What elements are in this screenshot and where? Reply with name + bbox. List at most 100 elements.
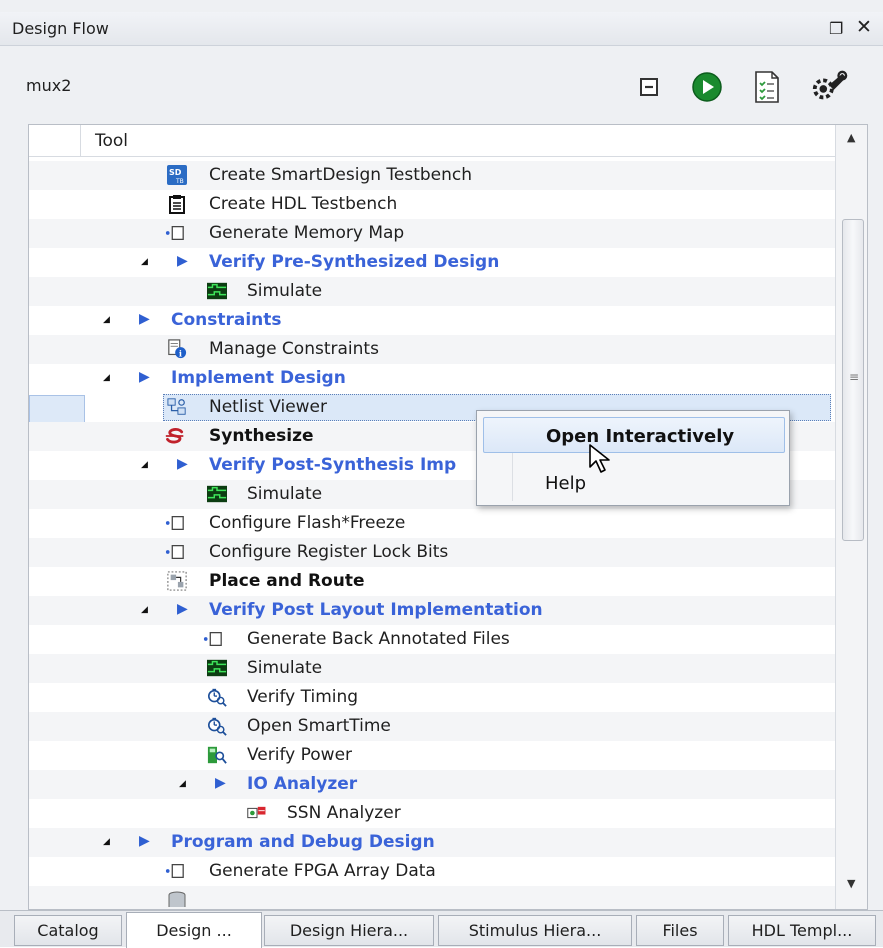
tab-design-flow[interactable]: Design ...: [126, 912, 262, 948]
menu-item-help[interactable]: Help: [483, 465, 785, 501]
tree-row-verify-power[interactable]: Verify Power: [29, 741, 835, 770]
tree-row-label: Create SmartDesign Testbench: [209, 165, 473, 185]
tree-row-simulate[interactable]: Simulate: [29, 654, 835, 683]
expander-icon[interactable]: ◢: [103, 837, 110, 847]
project-name: mux2: [26, 76, 72, 95]
tree-row-label: Create HDL Testbench: [209, 194, 398, 214]
database-icon: [167, 890, 187, 909]
flow-tree: Tool SD TB Create SmartDesign Testbench C…: [28, 124, 868, 910]
expander-icon[interactable]: ◢: [103, 315, 110, 325]
waveform-icon: [207, 484, 227, 504]
bottom-tab-bar: Catalog Design ... Design Hiera... Stimu…: [0, 910, 883, 948]
panel-titlebar: Design Flow ❐ ✕: [0, 12, 883, 46]
tree-row-label: SSN Analyzer: [287, 803, 401, 823]
tree-row-label: Manage Constraints: [209, 339, 379, 359]
tree-row-label: Constraints: [171, 310, 282, 330]
tree-header-blank: [29, 125, 81, 157]
expander-icon[interactable]: ◢: [141, 257, 148, 267]
tree-group-io-analyzer[interactable]: ◢ ▶ IO Analyzer: [29, 770, 835, 799]
ssn-icon: [247, 803, 267, 823]
tree-row-label: Verify Post Layout Implementation: [209, 600, 543, 620]
tree-row-ssn-analyzer[interactable]: SSN Analyzer: [29, 799, 835, 828]
collapse-all-button[interactable]: [630, 68, 668, 106]
tree-row-simulate[interactable]: Simulate: [29, 277, 835, 306]
tree-row-label: Open SmartTime: [247, 716, 391, 736]
scroll-down-icon[interactable]: ▼: [847, 877, 855, 890]
tree-row-label: Generate Memory Map: [209, 223, 405, 243]
manage-constraints-icon: i: [167, 339, 187, 359]
tree-row-label: Verify Pre-Synthesized Design: [209, 252, 500, 272]
timing-icon: [207, 687, 227, 707]
tree-row-configure-flash-freeze[interactable]: Configure Flash*Freeze: [29, 509, 835, 538]
tab-hdl-templates[interactable]: HDL Templ...: [728, 915, 876, 946]
tree-row-create-hdl-testbench[interactable]: Create HDL Testbench: [29, 190, 835, 219]
tab-catalog[interactable]: Catalog: [14, 915, 122, 946]
tree-group-verify-post-layout[interactable]: ◢ ▶ Verify Post Layout Implementation: [29, 596, 835, 625]
tree-row-partial: [29, 886, 835, 909]
chevron-right-icon: ▶: [139, 833, 150, 849]
tree-row-label: Simulate: [247, 658, 323, 678]
tree-group-constraints[interactable]: ◢ ▶ Constraints: [29, 306, 835, 335]
options-wrench-icon: [812, 70, 848, 100]
tree-row-generate-fpga-array-data[interactable]: Generate FPGA Array Data: [29, 857, 835, 886]
smartdesign-tb-icon: SD TB: [167, 165, 187, 185]
close-icon[interactable]: ✕: [856, 16, 872, 38]
tree-row-label: IO Analyzer: [247, 774, 358, 794]
scroll-thumb[interactable]: ≡: [842, 219, 864, 541]
tree-row-label: Generate Back Annotated Files: [247, 629, 510, 649]
tree-row-label: Verify Timing: [247, 687, 359, 707]
tree-row-configure-register-lock-bits[interactable]: Configure Register Lock Bits: [29, 538, 835, 567]
run-button[interactable]: [688, 68, 726, 106]
tree-row-label: Verify Power: [247, 745, 353, 765]
menu-item-label: Open Interactively: [546, 426, 735, 447]
tree-row-generate-back-annotated-files[interactable]: Generate Back Annotated Files: [29, 625, 835, 654]
tab-files[interactable]: Files: [636, 915, 724, 946]
tree-row-verify-timing[interactable]: Verify Timing: [29, 683, 835, 712]
tree-row-label: Synthesize: [209, 426, 314, 446]
synthesize-icon: [165, 426, 185, 446]
options-button[interactable]: [810, 68, 848, 106]
expander-icon[interactable]: ◢: [103, 373, 110, 383]
chevron-right-icon: ▶: [139, 311, 150, 327]
report-button[interactable]: [748, 68, 786, 106]
chevron-right-icon: ▶: [177, 456, 188, 472]
tree-row-generate-memory-map[interactable]: Generate Memory Map: [29, 219, 835, 248]
chevron-right-icon: ▶: [215, 775, 226, 791]
tree-group-program-debug-design[interactable]: ◢ ▶ Program and Debug Design: [29, 828, 835, 857]
tab-stimulus-hierarchy[interactable]: Stimulus Hiera...: [438, 915, 632, 946]
float-window-icon[interactable]: ❐: [829, 19, 843, 38]
tree-group-implement-design[interactable]: ◢ ▶ Implement Design: [29, 364, 835, 393]
tab-design-hierarchy[interactable]: Design Hiera...: [264, 915, 434, 946]
tree-row-create-smartdesign-testbench[interactable]: SD TB Create SmartDesign Testbench: [29, 161, 835, 190]
chevron-right-icon: ▶: [177, 601, 188, 617]
clipboard-icon: [167, 194, 187, 214]
timing-icon: [207, 716, 227, 736]
tree-group-verify-pre-synthesized[interactable]: ◢ ▶ Verify Pre-Synthesized Design: [29, 248, 835, 277]
tree-row-label: Simulate: [247, 484, 323, 504]
scroll-grip-icon: ≡: [848, 370, 860, 384]
tree-row-open-smarttime[interactable]: Open SmartTime: [29, 712, 835, 741]
tree-row-label: Place and Route: [209, 571, 365, 591]
tree-row-place-and-route[interactable]: Place and Route: [29, 567, 835, 596]
generate-doc-icon: [165, 542, 185, 562]
tree-row-label: Configure Flash*Freeze: [209, 513, 406, 533]
expander-icon[interactable]: ◢: [141, 460, 148, 470]
tree-row-manage-constraints[interactable]: i Manage Constraints: [29, 335, 835, 364]
tree-row-label: Implement Design: [171, 368, 346, 388]
scroll-up-icon[interactable]: ▲: [847, 131, 855, 144]
generate-doc-icon: [203, 629, 223, 649]
waveform-icon: [207, 658, 227, 678]
generate-doc-icon: [165, 513, 185, 533]
context-menu: Open Interactively Help: [476, 410, 790, 506]
expander-icon[interactable]: ◢: [179, 779, 186, 789]
panel-title: Design Flow: [12, 19, 109, 38]
menu-item-open-interactively[interactable]: Open Interactively: [483, 417, 785, 453]
generate-doc-icon: [165, 223, 185, 243]
tree-row-label: Program and Debug Design: [171, 832, 435, 852]
mouse-pointer-icon: [589, 444, 610, 473]
expander-icon[interactable]: ◢: [141, 605, 148, 615]
vertical-scrollbar[interactable]: ▲ ≡ ▼: [835, 125, 867, 909]
tree-row-label: Configure Register Lock Bits: [209, 542, 449, 562]
run-icon: [692, 72, 722, 102]
generate-doc-icon: [165, 861, 185, 881]
